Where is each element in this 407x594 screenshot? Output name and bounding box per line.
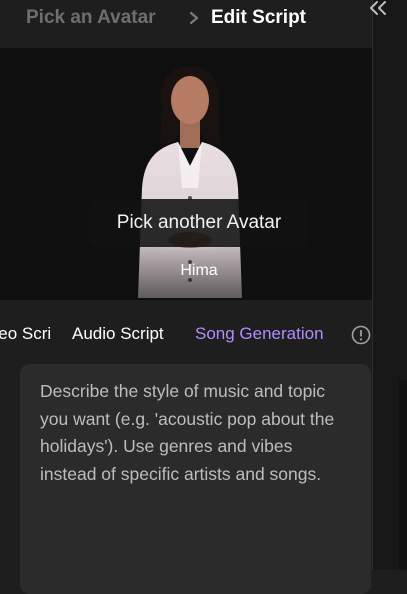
chevron-right-icon (189, 11, 199, 25)
tab-song-generation[interactable]: Song Generation (195, 324, 324, 344)
scrollbar-track[interactable] (399, 380, 407, 570)
pick-another-avatar-button[interactable]: Pick another Avatar (89, 199, 309, 247)
avatar-name: Hima (180, 262, 218, 279)
breadcrumb-edit-script: Edit Script (211, 7, 307, 28)
info-circle-icon[interactable] (351, 325, 371, 345)
song-description-placeholder: Describe the style of music and topic yo… (40, 381, 335, 484)
double-chevron-left-icon[interactable] (364, 0, 392, 18)
breadcrumb: Pick an Avatar Edit Script (0, 0, 372, 48)
script-tabs: Video Script Audio Script Song Generatio… (0, 300, 372, 364)
breadcrumb-pick-avatar[interactable]: Pick an Avatar (26, 7, 156, 29)
tab-audio-script[interactable]: Audio Script (72, 324, 164, 344)
tab-video-script[interactable]: Video Script (0, 324, 52, 344)
song-description-input[interactable]: Describe the style of music and topic yo… (20, 364, 371, 594)
